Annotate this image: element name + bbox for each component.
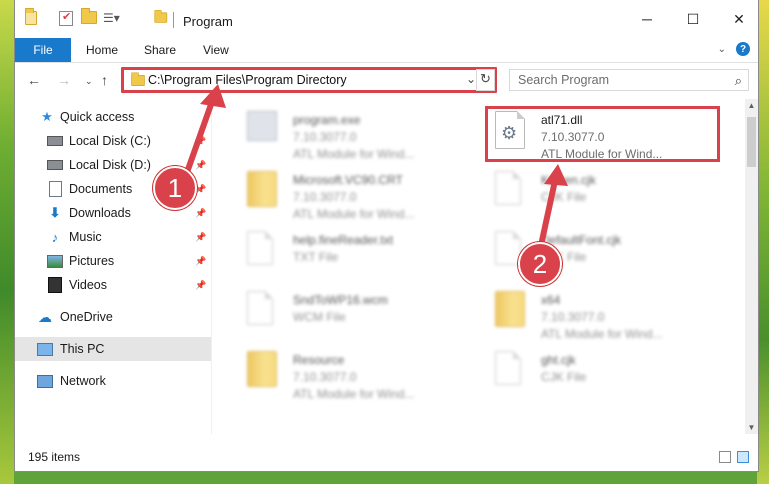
annotation-arrows <box>182 84 568 253</box>
arrow-two <box>537 164 568 253</box>
annotation-badge-two: 2 <box>518 242 562 286</box>
arrow-one <box>182 84 226 181</box>
annotation-badge-one: 1 <box>153 166 197 210</box>
